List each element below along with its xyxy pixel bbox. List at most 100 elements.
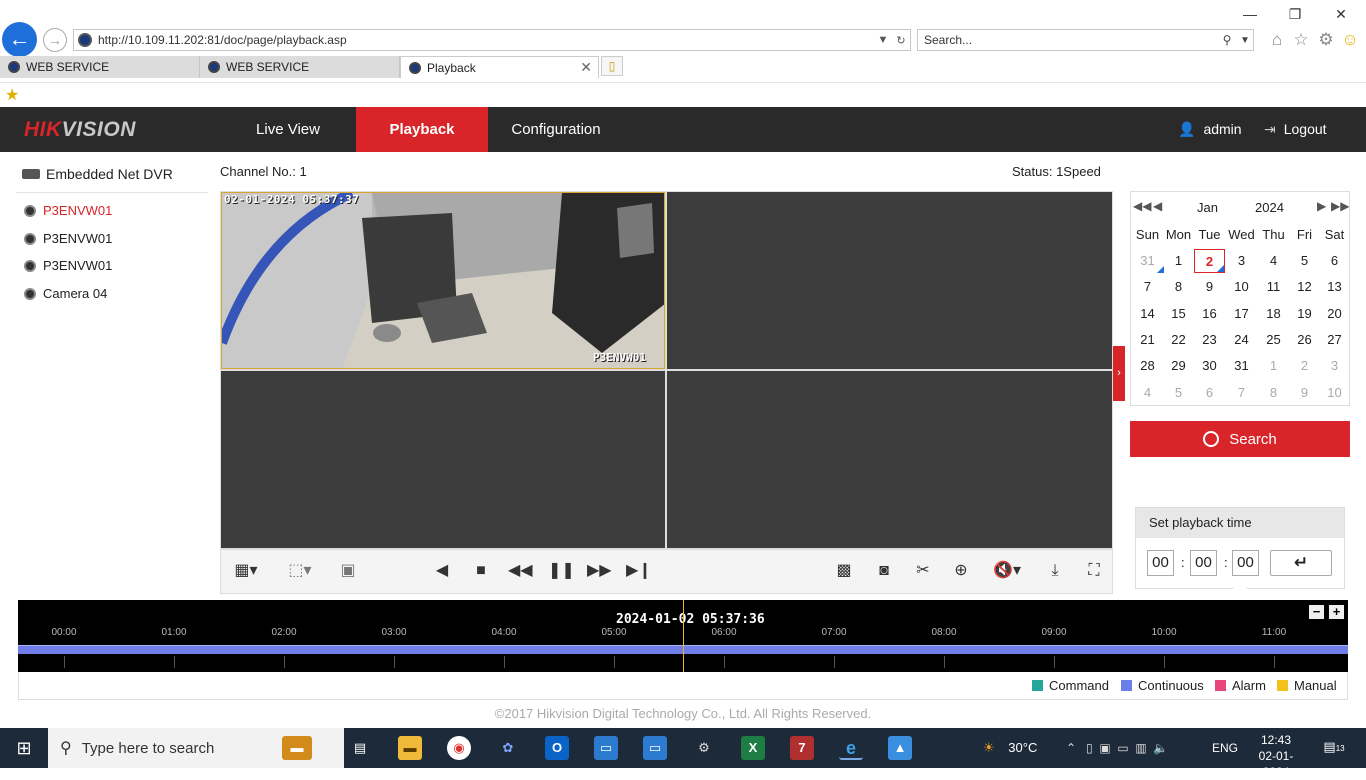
prev-month-icon[interactable]: ◀ bbox=[1153, 199, 1162, 213]
next-month-icon[interactable]: ▶ bbox=[1317, 199, 1326, 213]
app-icon[interactable]: ✿ bbox=[496, 736, 520, 760]
close-tab-icon[interactable]: ✕ bbox=[580, 59, 592, 76]
minimize-icon[interactable]: — bbox=[1235, 4, 1265, 24]
minute-input[interactable]: 00 bbox=[1190, 550, 1217, 576]
device-tree-root[interactable]: Embedded Net DVR bbox=[22, 166, 173, 182]
address-bar[interactable]: http://10.109.11.202:81/doc/page/playbac… bbox=[73, 29, 911, 51]
calendar-day[interactable]: 6 bbox=[1194, 381, 1225, 405]
internet-explorer-icon[interactable]: e bbox=[839, 736, 863, 760]
calendar-day[interactable]: 27 bbox=[1319, 328, 1350, 352]
calendar-day[interactable]: 7 bbox=[1226, 381, 1257, 405]
user-menu[interactable]: 👤 admin bbox=[1178, 107, 1242, 152]
forward-button[interactable]: → bbox=[43, 28, 67, 52]
dropdown-icon[interactable]: ▼ bbox=[1237, 35, 1253, 46]
calendar-day[interactable]: 5 bbox=[1289, 249, 1320, 273]
calendar-day[interactable]: 25 bbox=[1258, 328, 1289, 352]
notification-center-icon[interactable]: ▤13 bbox=[1323, 736, 1345, 758]
calendar-day[interactable]: 24 bbox=[1226, 328, 1257, 352]
calendar-day[interactable]: 14 bbox=[1132, 302, 1163, 326]
clip-scissors-icon[interactable]: ✂ bbox=[912, 560, 934, 582]
calendar-day[interactable]: 19 bbox=[1289, 302, 1320, 326]
calendar-day[interactable]: 22 bbox=[1163, 328, 1194, 352]
calendar-day[interactable]: 3 bbox=[1319, 354, 1350, 378]
chevron-up-icon[interactable]: ⌃ bbox=[1066, 741, 1076, 755]
volume-icon[interactable]: 🔈 bbox=[1153, 741, 1168, 755]
zoom-in-timeline-button[interactable]: + bbox=[1329, 605, 1344, 619]
stop-icon[interactable]: ■ bbox=[470, 560, 492, 582]
home-icon[interactable]: ⌂ bbox=[1266, 29, 1288, 51]
calendar-day[interactable]: 3 bbox=[1226, 249, 1257, 273]
add-favorite-star-icon[interactable]: ★ bbox=[5, 85, 19, 105]
calendar-day[interactable]: 2 bbox=[1194, 249, 1225, 273]
tab-playback[interactable]: Playback ✕ bbox=[400, 56, 599, 78]
taskbar-clock[interactable]: 12:43 02-01-2024 bbox=[1248, 732, 1304, 780]
app-icon-red[interactable]: 7 bbox=[790, 736, 814, 760]
audio-mute-icon[interactable]: 🔇▾ bbox=[989, 560, 1025, 582]
video-pane-4[interactable] bbox=[667, 371, 1112, 548]
calendar-day[interactable]: 29 bbox=[1163, 354, 1194, 378]
timeline[interactable]: 2024-01-02 05:37:36 − + 00:00 01:00 02:00 0… bbox=[18, 600, 1348, 672]
pause-icon[interactable]: ❚❚ bbox=[548, 560, 575, 582]
calendar-day[interactable]: 4 bbox=[1132, 381, 1163, 405]
calendar-day[interactable]: 10 bbox=[1319, 381, 1350, 405]
calendar-day[interactable]: 9 bbox=[1194, 275, 1225, 299]
calendar-day[interactable]: 8 bbox=[1258, 381, 1289, 405]
calendar-year[interactable]: 2024 bbox=[1255, 200, 1284, 215]
calendar-day[interactable]: 4 bbox=[1258, 249, 1289, 273]
window-app-icon-2[interactable]: ▭ bbox=[643, 736, 667, 760]
smiley-feedback-icon[interactable]: ☺ bbox=[1339, 29, 1361, 51]
calendar-day[interactable]: 26 bbox=[1289, 328, 1320, 352]
calendar-month[interactable]: Jan bbox=[1197, 200, 1218, 215]
camera-item-2[interactable]: P3ENVW01 bbox=[24, 231, 112, 246]
settings-gear-icon[interactable]: ⚙ bbox=[1315, 29, 1337, 51]
stop-all-icon[interactable]: ⬚▾ bbox=[283, 560, 317, 582]
video-pane-3[interactable] bbox=[221, 371, 665, 548]
calendar-day[interactable]: 21 bbox=[1132, 328, 1163, 352]
calendar-day[interactable]: 1 bbox=[1258, 354, 1289, 378]
calendar-day[interactable]: 16 bbox=[1194, 302, 1225, 326]
photos-icon[interactable]: ▲ bbox=[888, 736, 912, 760]
outlook-icon[interactable]: O bbox=[545, 736, 569, 760]
calendar-day[interactable]: 18 bbox=[1258, 302, 1289, 326]
settings-app-icon[interactable]: ⚙ bbox=[692, 736, 716, 760]
capture-all-icon[interactable]: ▣ bbox=[337, 560, 359, 582]
weather-widget[interactable]: ☀ 30°C bbox=[983, 728, 1037, 768]
windows-start-icon[interactable]: ⊞ bbox=[0, 728, 48, 768]
camera-item-4[interactable]: Camera 04 bbox=[24, 286, 107, 301]
input-language[interactable]: ENG bbox=[1212, 728, 1238, 768]
calendar-day[interactable]: 11 bbox=[1258, 275, 1289, 299]
download-icon[interactable]: ⤓ bbox=[1044, 560, 1066, 582]
camera-item-1[interactable]: P3ENVW01 bbox=[24, 203, 112, 218]
search-button[interactable]: Search bbox=[1130, 421, 1350, 457]
collapse-panel-button[interactable]: › bbox=[1113, 346, 1125, 401]
calendar-day[interactable]: 31 bbox=[1226, 354, 1257, 378]
window-app-icon[interactable]: ▭ bbox=[594, 736, 618, 760]
calendar-day[interactable]: 15 bbox=[1163, 302, 1194, 326]
tab-web-service-1[interactable]: WEB SERVICE bbox=[0, 56, 200, 78]
stop-recording-icon[interactable]: ▩ bbox=[833, 560, 855, 582]
timeline-cursor[interactable] bbox=[683, 600, 684, 672]
calendar-day[interactable]: 10 bbox=[1226, 275, 1257, 299]
back-button[interactable]: ← bbox=[2, 22, 37, 57]
single-frame-icon[interactable]: ▶❙ bbox=[626, 560, 652, 582]
fullscreen-icon[interactable]: ⛶ bbox=[1083, 560, 1105, 582]
dropdown-icon[interactable]: ▼ bbox=[874, 34, 892, 46]
calendar-day[interactable]: 12 bbox=[1289, 275, 1320, 299]
calendar-day[interactable]: 30 bbox=[1194, 354, 1225, 378]
video-pane-2[interactable] bbox=[667, 192, 1112, 369]
calendar-day[interactable]: 2 bbox=[1289, 354, 1320, 378]
excel-icon[interactable]: X bbox=[741, 736, 765, 760]
go-to-time-button[interactable]: ↵ bbox=[1270, 550, 1332, 576]
calendar-day[interactable]: 28 bbox=[1132, 354, 1163, 378]
tray-app-icon[interactable]: ▣ bbox=[1099, 741, 1110, 755]
calendar-day[interactable]: 9 bbox=[1289, 381, 1320, 405]
slow-down-icon[interactable]: ◀◀ bbox=[508, 560, 533, 582]
file-explorer-icon[interactable]: ▬ bbox=[398, 736, 422, 760]
calendar-day[interactable]: 17 bbox=[1226, 302, 1257, 326]
nav-live-view[interactable]: Live View bbox=[230, 107, 346, 152]
window-split-icon[interactable]: ▦▾ bbox=[229, 560, 263, 582]
calendar-day[interactable]: 5 bbox=[1163, 381, 1194, 405]
calendar-day[interactable]: 20 bbox=[1319, 302, 1350, 326]
video-pane-1[interactable]: 02-01-2024 05:37:37 P3ENVW01 bbox=[221, 192, 665, 369]
speed-up-icon[interactable]: ▶▶ bbox=[587, 560, 612, 582]
